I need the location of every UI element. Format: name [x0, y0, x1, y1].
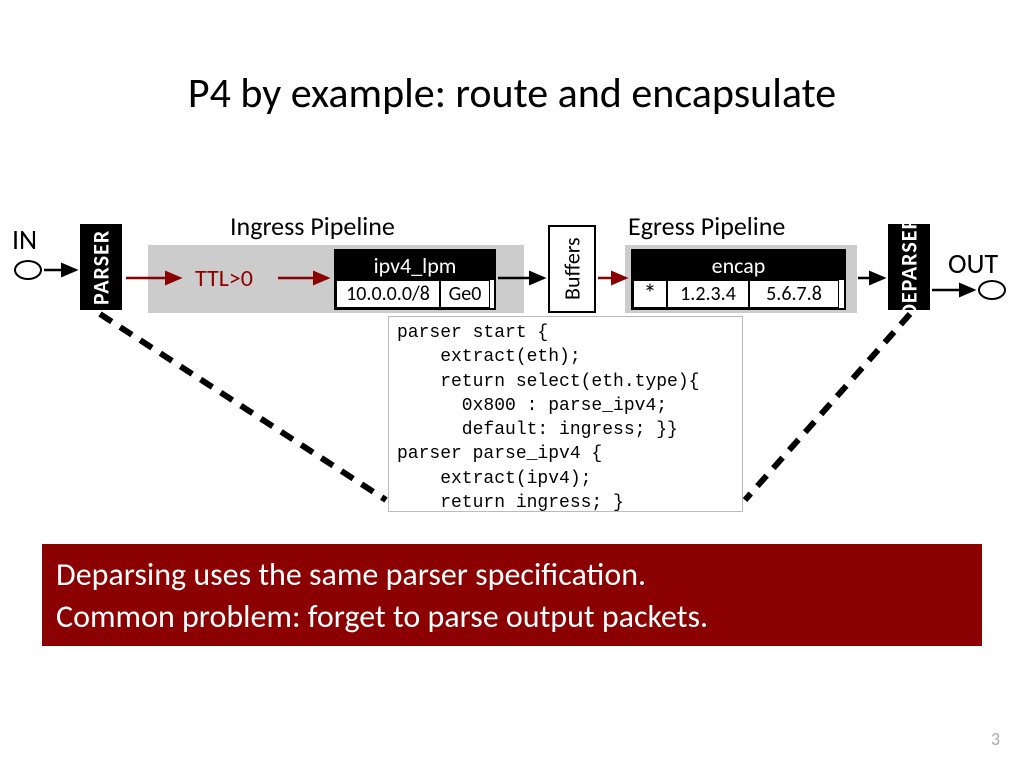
callout-box: Deparsing uses the same parser specifica…: [42, 544, 982, 646]
buffers-block: Buffers: [548, 225, 596, 313]
deparser-block: DEPARSER: [888, 224, 930, 310]
encap-wildcard-cell: *: [633, 280, 667, 308]
parser-code-snippet: parser start { extract(eth); return sele…: [388, 316, 743, 512]
ipv4-port-cell: Ge0: [440, 280, 490, 308]
encap-table: encap * 1.2.3.4 5.6.7.8: [631, 249, 846, 310]
callout-line-2: Common problem: forget to parse output p…: [56, 596, 968, 638]
table-row: 10.0.0.0/8 Ge0: [336, 280, 494, 308]
ttl-condition: TTL>0: [195, 264, 253, 293]
ipv4-table-header: ipv4_lpm: [336, 251, 494, 280]
egress-pipeline-label: Egress Pipeline: [628, 210, 785, 242]
in-port-icon: [14, 260, 42, 280]
table-row: * 1.2.3.4 5.6.7.8: [633, 280, 844, 308]
ingress-pipeline-label: Ingress Pipeline: [230, 210, 395, 242]
page-number: 3: [991, 728, 1000, 750]
slide-title: P4 by example: route and encapsulate: [0, 68, 1024, 119]
parser-block: PARSER: [80, 224, 122, 310]
encap-src-cell: 1.2.3.4: [667, 280, 749, 308]
in-label: IN: [12, 222, 37, 257]
ipv4-prefix-cell: 10.0.0.0/8: [336, 280, 440, 308]
out-label: OUT: [948, 246, 998, 281]
encap-dst-cell: 5.6.7.8: [749, 280, 839, 308]
out-port-icon: [978, 280, 1006, 300]
encap-table-header: encap: [633, 251, 844, 280]
callout-line-1: Deparsing uses the same parser specifica…: [56, 554, 968, 596]
ipv4-lpm-table: ipv4_lpm 10.0.0.0/8 Ge0: [334, 249, 496, 310]
